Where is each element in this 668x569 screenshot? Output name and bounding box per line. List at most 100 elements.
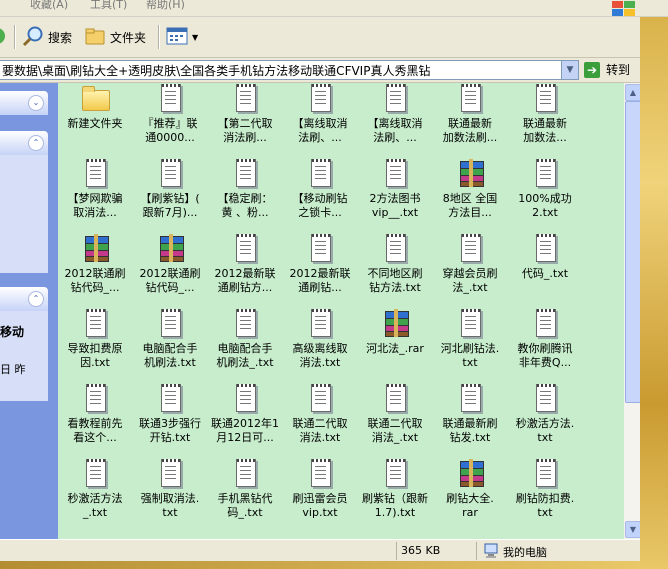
up-folder-button[interactable] <box>0 26 12 48</box>
file-item[interactable]: 2012联通刷 钻代码_... <box>133 234 207 295</box>
file-item[interactable]: 刷迅雷会员 vip.txt <box>283 459 357 520</box>
text-file-icon <box>382 159 408 189</box>
file-item[interactable]: 【刷紫钻】( 跟新7月)... <box>133 159 207 220</box>
file-name: 联通3步强行 开钻.txt <box>139 417 201 444</box>
file-name: 高级离线取 消法.txt <box>292 342 348 369</box>
file-item[interactable]: 电脑配合手 机刷法_.txt <box>208 309 282 370</box>
file-name: 不同地区刷 钻方法.txt <box>367 267 423 294</box>
task-panel-header[interactable]: ⌃ <box>0 131 48 155</box>
text-file-icon <box>157 459 183 489</box>
text-file-icon <box>532 84 558 114</box>
scroll-down-button[interactable]: ▼ <box>625 521 641 538</box>
file-item[interactable]: 2012最新联 通刷钻方... <box>208 234 282 295</box>
file-item[interactable]: 手机黑钻代 码_.txt <box>208 459 282 520</box>
address-input[interactable]: 要数据\桌面\刷钻大全+透明皮肤\全国各类手机钻方法移动联通CFVIP真人秀黑钻… <box>0 60 579 80</box>
collapse-chevron-icon[interactable]: ⌃ <box>28 135 44 151</box>
folders-button[interactable]: 文件夹 <box>84 26 146 48</box>
file-item[interactable]: 联通3步强行 开钻.txt <box>133 384 207 445</box>
rar-archive-icon <box>382 309 409 339</box>
file-name: 刷钻防扣费. txt <box>515 492 575 519</box>
address-dropdown-button[interactable]: ▼ <box>561 61 578 79</box>
scroll-up-button[interactable]: ▲ <box>625 84 641 101</box>
details-date: 日 昨 <box>0 363 26 376</box>
details-panel-header[interactable]: ⌃ <box>0 287 48 311</box>
text-file-icon <box>532 384 558 414</box>
menu-tools[interactable]: 工具(T) <box>90 0 127 12</box>
file-name: 2方法图书 vip__.txt <box>369 192 421 219</box>
text-file-icon <box>82 459 108 489</box>
file-item[interactable]: 【移动刷钻 之锁卡... <box>283 159 357 220</box>
file-item[interactable]: 高级离线取 消法.txt <box>283 309 357 370</box>
file-item[interactable]: 『推荐』联 通0000... <box>133 84 207 145</box>
file-item[interactable]: 100%成功 2.txt <box>508 159 582 220</box>
collapse-chevron-icon[interactable]: ⌃ <box>28 291 44 307</box>
file-name: 强制取消法. txt <box>140 492 200 519</box>
search-icon <box>22 25 44 50</box>
file-name: 联通二代取 消法.txt <box>292 417 348 444</box>
vertical-scrollbar[interactable]: ▲ ▼ <box>624 83 641 539</box>
address-bar: 要数据\桌面\刷钻大全+透明皮肤\全国各类手机钻方法移动联通CFVIP真人秀黑钻… <box>0 58 640 83</box>
text-file-icon <box>457 384 483 414</box>
file-item[interactable]: 【梦网欺骗 取消法... <box>58 159 132 220</box>
details-panel-body: 移动 日 昨 <box>0 311 48 401</box>
file-item[interactable]: 强制取消法. txt <box>133 459 207 520</box>
scroll-thumb[interactable] <box>625 101 641 403</box>
file-item[interactable]: 教你刷腾讯 非年费Q... <box>508 309 582 370</box>
file-item[interactable]: 电脑配合手 机刷法.txt <box>133 309 207 370</box>
file-name: 2012联通刷 钻代码_... <box>64 267 126 294</box>
file-item[interactable]: 河北法_.rar <box>358 309 432 356</box>
task-panel-header[interactable]: ⌄ <box>0 91 48 115</box>
status-location: 我的电脑 <box>476 542 627 560</box>
file-item[interactable]: 联通最新 加数法... <box>508 84 582 145</box>
text-file-icon <box>307 159 333 189</box>
address-path: 要数据\桌面\刷钻大全+透明皮肤\全国各类手机钻方法移动联通CFVIP真人秀黑钻 <box>2 64 431 78</box>
file-item[interactable]: 【稳定刷： 黄 、粉... <box>208 159 282 220</box>
text-file-icon <box>457 84 483 114</box>
file-name: 电脑配合手 机刷法_.txt <box>216 342 274 369</box>
menu-favorites[interactable]: 收藏(A) <box>30 0 68 12</box>
file-name: 导致扣费原 因.txt <box>67 342 123 369</box>
file-item[interactable]: 秒激活方法. txt <box>508 384 582 445</box>
file-item[interactable]: 8地区 全国 方法目... <box>433 159 507 220</box>
text-file-icon <box>532 309 558 339</box>
go-arrow-icon: ➔ <box>584 61 600 78</box>
file-name: 2012最新联 通刷钻... <box>289 267 351 294</box>
file-item[interactable]: 刷钻大全. rar <box>433 459 507 520</box>
go-button-label: 转到 <box>606 63 631 77</box>
file-name: 联通最新 加数法... <box>523 117 567 144</box>
file-item[interactable]: 代码_.txt <box>508 234 582 281</box>
menu-help[interactable]: 帮助(H) <box>146 0 185 12</box>
toolbar-separator <box>158 25 160 49</box>
file-item[interactable]: 联通二代取 消法_.txt <box>358 384 432 445</box>
go-button[interactable]: ➔ 转到 <box>584 61 630 78</box>
file-item[interactable]: 秒激活方法 _.txt <box>58 459 132 520</box>
file-item[interactable]: 2012联通刷 钻代码_... <box>58 234 132 295</box>
views-dropdown-icon: ▼ <box>192 32 199 42</box>
file-item[interactable]: 联通最新 加数法刷... <box>433 84 507 145</box>
file-name: 穿越会员刷 法_.txt <box>442 267 498 294</box>
file-name: 河北法_.rar <box>366 342 424 355</box>
file-name: 刷钻大全. rar <box>446 492 494 519</box>
collapse-chevron-icon[interactable]: ⌄ <box>28 95 44 111</box>
file-item[interactable]: 不同地区刷 钻方法.txt <box>358 234 432 295</box>
file-item[interactable]: 【离线取消 法刷、... <box>283 84 357 145</box>
file-item[interactable]: 联通二代取 消法.txt <box>283 384 357 445</box>
views-button[interactable]: ▼ <box>166 26 198 48</box>
file-item[interactable]: 【离线取消 法刷、... <box>358 84 432 145</box>
file-item[interactable]: 2012最新联 通刷钻... <box>283 234 357 295</box>
file-item[interactable]: 河北刷钻法. txt <box>433 309 507 370</box>
file-item[interactable]: 新建文件夹 <box>58 84 132 131</box>
rar-archive-icon <box>82 234 109 264</box>
file-item[interactable]: 刷钻防扣费. txt <box>508 459 582 520</box>
file-item[interactable]: 看教程前先 看这个... <box>58 384 132 445</box>
file-item[interactable]: 联通最新刷 钻发.txt <box>433 384 507 445</box>
file-name: 【梦网欺骗 取消法... <box>67 192 123 219</box>
file-name: 代码_.txt <box>521 267 569 280</box>
file-item[interactable]: 导致扣费原 因.txt <box>58 309 132 370</box>
file-item[interactable]: 2方法图书 vip__.txt <box>358 159 432 220</box>
file-item[interactable]: 【第二代取 消法刷... <box>208 84 282 145</box>
file-item[interactable]: 联通2012年1 月12日可... <box>208 384 282 445</box>
file-item[interactable]: 刷紫钻（跟新 1.7).txt <box>358 459 432 520</box>
file-item[interactable]: 穿越会员刷 法_.txt <box>433 234 507 295</box>
search-button[interactable]: 搜索 <box>22 26 72 48</box>
